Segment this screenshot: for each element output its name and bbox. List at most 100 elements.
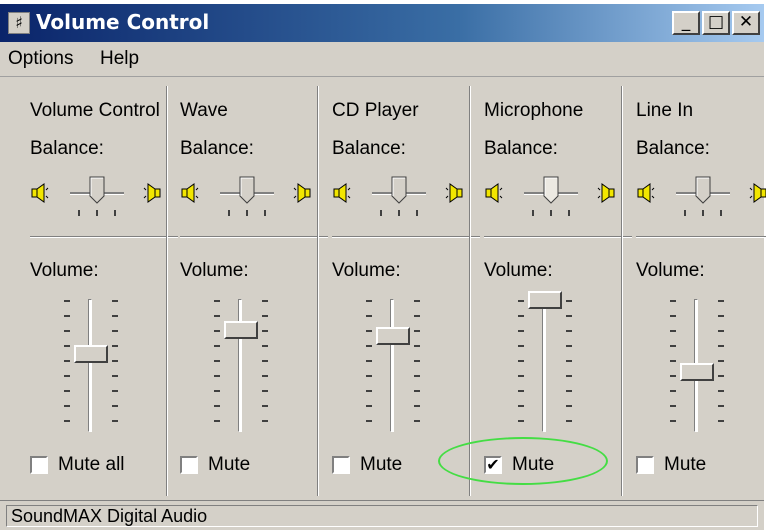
- volume-tick: [366, 390, 372, 392]
- volume-tick: [64, 315, 70, 317]
- volume-tick: [366, 420, 372, 422]
- balance-label: Balance:: [332, 138, 406, 159]
- volume-label: Volume:: [332, 260, 401, 281]
- balance-tick: [416, 210, 418, 216]
- volume-tick: [670, 345, 676, 347]
- volume-tick: [64, 405, 70, 407]
- volume-slider-track[interactable]: [542, 299, 546, 432]
- volume-tick: [518, 360, 524, 362]
- volume-control-icon: ♯: [8, 12, 30, 34]
- volume-slider-thumb[interactable]: [74, 345, 108, 363]
- volume-tick: [262, 330, 268, 332]
- volume-tick: [718, 360, 724, 362]
- volume-tick: [566, 300, 572, 302]
- volume-tick: [214, 390, 220, 392]
- channel-name: CD Player: [332, 100, 419, 121]
- mute-label[interactable]: Mute: [512, 454, 554, 476]
- balance-slider-thumb[interactable]: [543, 176, 559, 204]
- channel-divider: [30, 236, 178, 238]
- mute-label[interactable]: Mute: [208, 454, 250, 476]
- volume-tick: [670, 315, 676, 317]
- mute-label[interactable]: Mute: [360, 454, 402, 476]
- volume-tick: [718, 315, 724, 317]
- volume-tick: [262, 345, 268, 347]
- balance-tick: [246, 210, 248, 216]
- volume-slider-thumb[interactable]: [224, 321, 258, 339]
- volume-tick: [366, 315, 372, 317]
- volume-slider-thumb[interactable]: [680, 363, 714, 381]
- volume-tick: [718, 345, 724, 347]
- volume-slider-thumb[interactable]: [528, 291, 562, 309]
- volume-tick: [718, 300, 724, 302]
- balance-label: Balance:: [30, 138, 104, 159]
- volume-tick: [718, 330, 724, 332]
- volume-tick: [566, 360, 572, 362]
- mute-checkbox[interactable]: [180, 456, 198, 474]
- volume-tick: [262, 300, 268, 302]
- mute-checkbox[interactable]: [332, 456, 350, 474]
- volume-tick: [414, 345, 420, 347]
- balance-tick: [568, 210, 570, 216]
- balance-slider-thumb[interactable]: [695, 176, 711, 204]
- window-title: Volume Control: [36, 10, 210, 34]
- volume-tick: [718, 420, 724, 422]
- balance-tick: [702, 210, 704, 216]
- channel-line-in: Line In Balance: Volume: Mute: [636, 86, 766, 496]
- balance-tick: [720, 210, 722, 216]
- volume-tick: [518, 300, 524, 302]
- speaker-left-icon: [180, 182, 200, 204]
- speaker-left-icon: [30, 182, 50, 204]
- volume-tick: [262, 360, 268, 362]
- mute-label[interactable]: Mute: [664, 454, 706, 476]
- channel-divider: [484, 236, 632, 238]
- volume-tick: [414, 330, 420, 332]
- mute-checkbox[interactable]: [30, 456, 48, 474]
- volume-tick: [64, 420, 70, 422]
- volume-tick: [670, 420, 676, 422]
- close-button[interactable]: ✕: [732, 11, 760, 35]
- volume-slider-track[interactable]: [238, 299, 242, 432]
- volume-slider-track[interactable]: [88, 299, 92, 432]
- speaker-right-icon: [142, 182, 162, 204]
- volume-tick: [112, 360, 118, 362]
- mute-checkbox[interactable]: [636, 456, 654, 474]
- volume-tick: [566, 420, 572, 422]
- panel-separator: [317, 86, 319, 496]
- volume-tick: [64, 360, 70, 362]
- title-bar[interactable]: ♯ Volume Control _ □ ✕: [0, 4, 764, 42]
- minimize-button[interactable]: _: [672, 11, 700, 35]
- volume-tick: [670, 390, 676, 392]
- volume-tick: [566, 330, 572, 332]
- volume-slider-thumb[interactable]: [376, 327, 410, 345]
- volume-tick: [718, 405, 724, 407]
- volume-tick: [214, 405, 220, 407]
- volume-tick: [518, 315, 524, 317]
- balance-slider-thumb[interactable]: [239, 176, 255, 204]
- speaker-left-icon: [636, 182, 656, 204]
- balance-slider-thumb[interactable]: [89, 176, 105, 204]
- mute-label[interactable]: Mute all: [58, 454, 125, 476]
- balance-tick: [684, 210, 686, 216]
- balance-tick: [264, 210, 266, 216]
- channel-microphone: Microphone Balance: Volume: ✔ Mute: [484, 86, 634, 496]
- volume-tick: [64, 390, 70, 392]
- balance-tick: [532, 210, 534, 216]
- balance-slider-thumb[interactable]: [391, 176, 407, 204]
- balance-label: Balance:: [180, 138, 254, 159]
- menu-options[interactable]: Options: [8, 48, 73, 70]
- channel-cd-player: CD Player Balance: Volume: Mute: [332, 86, 482, 496]
- volume-tick: [718, 375, 724, 377]
- volume-tick: [518, 375, 524, 377]
- volume-tick: [112, 330, 118, 332]
- volume-slider-track[interactable]: [390, 299, 394, 432]
- mute-checkbox[interactable]: ✔: [484, 456, 502, 474]
- volume-tick: [670, 405, 676, 407]
- volume-tick: [262, 315, 268, 317]
- menu-help[interactable]: Help: [100, 48, 139, 70]
- volume-tick: [414, 375, 420, 377]
- balance-tick: [114, 210, 116, 216]
- volume-tick: [414, 300, 420, 302]
- volume-tick: [64, 300, 70, 302]
- volume-tick: [518, 330, 524, 332]
- maximize-button[interactable]: □: [702, 11, 730, 35]
